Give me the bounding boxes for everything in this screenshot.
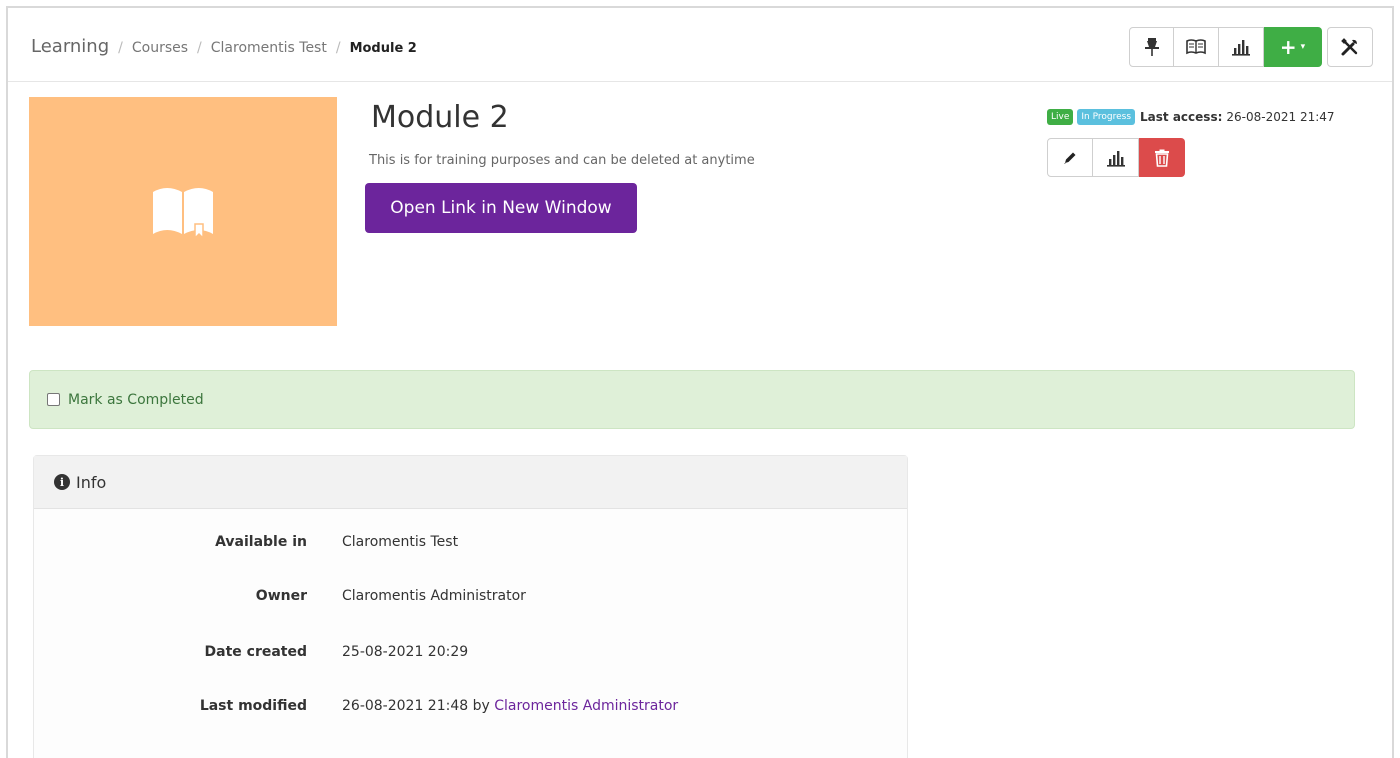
info-row-last-modified: Last modified 26-08-2021 21:48 by Clarom… xyxy=(34,698,907,718)
status-badge-progress: In Progress xyxy=(1077,109,1136,125)
info-row-available: Available in Claromentis Test xyxy=(34,534,907,554)
pin-button[interactable] xyxy=(1129,27,1174,67)
open-book-icon xyxy=(153,187,213,240)
last-modified-date: 26-08-2021 21:48 by xyxy=(342,698,490,714)
module-thumbnail xyxy=(29,97,337,326)
page-frame: Learning / Courses / Claromentis Test / … xyxy=(6,6,1394,758)
breadcrumb-separator: / xyxy=(197,40,202,56)
edit-button[interactable] xyxy=(1047,138,1093,177)
date-created-value: 25-08-2021 20:29 xyxy=(342,644,469,660)
info-key: Available in xyxy=(215,534,307,550)
bar-chart-icon xyxy=(1106,150,1125,167)
breadcrumb-courses[interactable]: Courses xyxy=(132,40,188,56)
breadcrumb-separator: / xyxy=(335,40,341,56)
add-dropdown-button[interactable]: + ▾ xyxy=(1264,27,1322,67)
info-panel: i Info Available in Claromentis Test Own… xyxy=(33,455,908,758)
bar-chart-icon xyxy=(1232,40,1250,56)
available-in-link[interactable]: Claromentis Test xyxy=(342,534,458,550)
info-row-date-created: Date created 25-08-2021 20:29 xyxy=(34,644,907,664)
info-panel-header: i Info xyxy=(34,456,907,509)
mark-completed-checkbox[interactable] xyxy=(47,393,60,406)
catalogue-button[interactable] xyxy=(1174,27,1219,67)
status-badge-live: Live xyxy=(1047,109,1074,125)
module-actions xyxy=(1047,138,1185,177)
completion-bar: Mark as Completed xyxy=(29,370,1355,429)
breadcrumb-root[interactable]: Learning xyxy=(31,36,109,57)
status-line: Live In Progress Last access: 26-08-2021… xyxy=(1047,109,1335,125)
last-access-value: 26-08-2021 21:47 xyxy=(1226,110,1335,124)
chevron-down-icon: ▾ xyxy=(1300,42,1306,52)
tools-icon xyxy=(1341,38,1358,56)
breadcrumb-separator: / xyxy=(118,40,123,56)
info-key: Date created xyxy=(204,644,307,660)
plus-icon: + xyxy=(1279,35,1297,59)
module-title: Module 2 xyxy=(371,100,509,135)
pin-icon xyxy=(1144,38,1159,56)
admin-tools-button[interactable] xyxy=(1327,27,1373,67)
modifier-link[interactable]: Claromentis Administrator xyxy=(494,698,678,714)
breadcrumb-current: Module 2 xyxy=(349,41,417,56)
info-heading: Info xyxy=(76,472,107,492)
info-key: Last modified xyxy=(199,698,307,714)
info-row-owner: Owner Claromentis Administrator xyxy=(34,588,907,608)
statistics-button[interactable] xyxy=(1093,138,1139,177)
header-bar: Learning / Courses / Claromentis Test / … xyxy=(8,8,1392,82)
header-toolbar: + ▾ xyxy=(1129,27,1373,67)
last-modified-value: 26-08-2021 21:48 by Claromentis Administ… xyxy=(342,698,678,714)
last-access-label: Last access: xyxy=(1140,110,1223,124)
owner-link[interactable]: Claromentis Administrator xyxy=(342,588,526,604)
trash-icon xyxy=(1154,149,1169,167)
info-key: Owner xyxy=(255,588,307,604)
pencil-icon xyxy=(1064,152,1076,164)
book-icon xyxy=(1186,39,1206,55)
breadcrumb: Learning / Courses / Claromentis Test / … xyxy=(31,36,417,57)
reports-button[interactable] xyxy=(1219,27,1264,67)
module-description: This is for training purposes and can be… xyxy=(369,153,755,168)
mark-completed-label[interactable]: Mark as Completed xyxy=(68,392,204,408)
info-icon: i xyxy=(54,474,70,490)
delete-button[interactable] xyxy=(1139,138,1185,177)
open-link-button[interactable]: Open Link in New Window xyxy=(365,183,637,233)
breadcrumb-course[interactable]: Claromentis Test xyxy=(211,40,327,56)
